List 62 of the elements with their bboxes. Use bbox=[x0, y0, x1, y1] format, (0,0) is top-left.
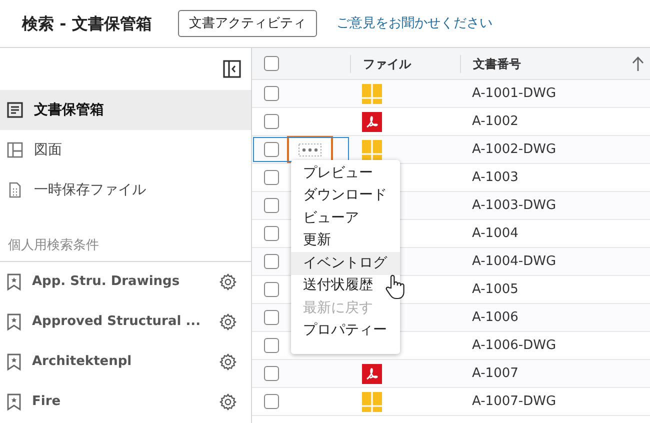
settings-icon[interactable] bbox=[219, 313, 237, 331]
select-all-checkbox[interactable] bbox=[264, 56, 279, 71]
sidebar-item[interactable]: 一時保存ファイル bbox=[0, 170, 251, 210]
document-number: A-1004 bbox=[472, 224, 518, 243]
bookmark-icon bbox=[6, 353, 22, 371]
saved-search-link[interactable]: Fire bbox=[32, 392, 209, 412]
document-number: A-1006 bbox=[472, 308, 518, 327]
saved-search-link[interactable]: App. Stru. Drawings bbox=[32, 272, 209, 292]
column-header[interactable]: 文書番号 bbox=[473, 54, 521, 72]
document-number: A-1006-DWG bbox=[472, 336, 556, 355]
more-button[interactable] bbox=[287, 136, 333, 163]
menu-item[interactable]: イベントログ bbox=[291, 252, 400, 274]
activity-button[interactable]: 文書アクティビティ bbox=[178, 10, 317, 38]
menu-item[interactable]: ダウンロード bbox=[291, 184, 400, 207]
drawing-file-icon[interactable] bbox=[362, 140, 382, 160]
section-title: 個人用検索条件 bbox=[8, 238, 99, 253]
row-checkbox[interactable] bbox=[264, 282, 279, 297]
bookmark-icon bbox=[6, 393, 22, 411]
document-number: A-1003-DWG bbox=[472, 196, 556, 215]
menu-item[interactable]: 更新 bbox=[291, 230, 400, 252]
row-checkbox[interactable] bbox=[264, 254, 279, 269]
row-checkbox[interactable] bbox=[264, 198, 279, 213]
layout-icon bbox=[6, 141, 24, 159]
document-number: A-1003 bbox=[472, 168, 518, 187]
document-number: A-1001-DWG bbox=[472, 84, 556, 103]
sidebar-item[interactable]: 文書保管箱 bbox=[0, 90, 251, 130]
settings-icon[interactable] bbox=[219, 393, 237, 411]
row-checkbox[interactable] bbox=[264, 114, 279, 129]
row-checkbox[interactable] bbox=[264, 338, 279, 353]
menu-item[interactable]: プロパティー bbox=[291, 320, 400, 342]
row-checkbox[interactable] bbox=[264, 394, 279, 409]
focused-cell[interactable] bbox=[252, 136, 350, 163]
saved-search-link[interactable]: Architektenpl bbox=[32, 352, 209, 372]
row-checkbox[interactable] bbox=[264, 86, 279, 101]
pdf-file-icon[interactable] bbox=[362, 112, 382, 132]
row-checkbox[interactable] bbox=[264, 170, 279, 185]
document-number: A-1007-DWG bbox=[472, 392, 556, 411]
document-number: A-1002 bbox=[472, 112, 518, 131]
row-checkbox[interactable] bbox=[264, 226, 279, 241]
menu-item[interactable]: プレビュー bbox=[291, 162, 400, 184]
collapse-panel-icon[interactable] bbox=[223, 60, 241, 78]
document-number: A-1002-DWG bbox=[472, 140, 556, 159]
document-number: A-1005 bbox=[472, 280, 518, 299]
saved-search-link[interactable]: Approved Structural ... bbox=[32, 312, 209, 332]
row-checkbox[interactable] bbox=[264, 142, 279, 157]
settings-icon[interactable] bbox=[219, 353, 237, 371]
row-checkbox[interactable] bbox=[264, 366, 279, 381]
document-number: A-1004-DWG bbox=[472, 252, 556, 271]
settings-icon[interactable] bbox=[219, 273, 237, 291]
more-icon bbox=[298, 142, 322, 156]
pdf-file-icon[interactable] bbox=[362, 364, 382, 384]
bookmark-icon bbox=[6, 313, 22, 331]
column-header[interactable]: ファイル bbox=[363, 54, 411, 72]
sidebar-item[interactable]: 図面 bbox=[0, 130, 251, 170]
page-title: 検索 - 文書保管箱 bbox=[22, 12, 152, 34]
row-checkbox[interactable] bbox=[264, 310, 279, 325]
feedback-link[interactable]: ご意見をお聞かせください bbox=[336, 14, 492, 34]
bookmark-icon bbox=[6, 273, 22, 291]
sort-ascending-icon[interactable] bbox=[632, 56, 644, 72]
menu-item[interactable]: ビューア bbox=[291, 207, 400, 230]
document-number: A-1007 bbox=[472, 364, 518, 383]
document-icon bbox=[6, 101, 24, 119]
